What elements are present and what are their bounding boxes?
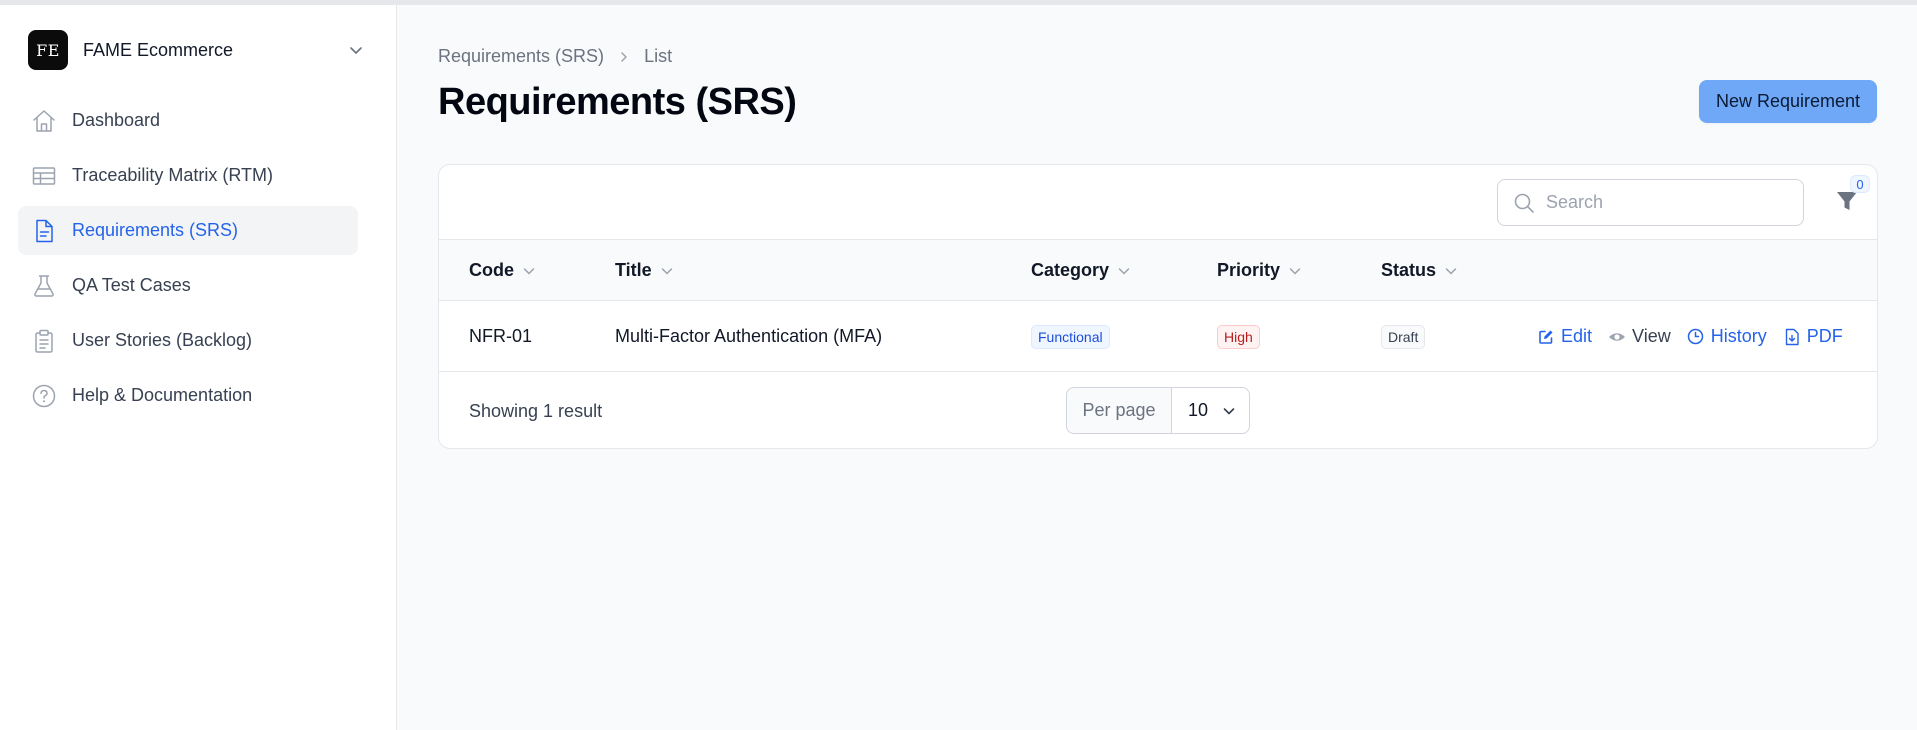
table-footer: Showing 1 result Per page 10: [439, 372, 1877, 448]
sidebar: FE FAME Ecommerce Dashboard Traceability…: [0, 5, 397, 730]
breadcrumb-link[interactable]: Requirements (SRS): [438, 46, 604, 67]
clipboard-icon: [30, 327, 58, 355]
chevron-right-icon: [618, 51, 630, 63]
chevron-down-icon: [660, 264, 674, 278]
page-title: Requirements (SRS): [438, 81, 797, 123]
column-header-label: Priority: [1217, 260, 1281, 280]
view-action-label: View: [1632, 326, 1671, 346]
per-page-value: 10: [1188, 400, 1209, 420]
sidebar-item-user-stories[interactable]: User Stories (Backlog): [18, 316, 358, 365]
history-action-label: History: [1710, 326, 1767, 346]
breadcrumb: Requirements (SRS) List: [438, 46, 672, 67]
sidebar-nav: Dashboard Traceability Matrix (RTM) Requ…: [18, 96, 358, 426]
chevron-down-icon: [1288, 264, 1302, 278]
column-header-label: Category: [1031, 260, 1110, 280]
edit-icon: [1537, 328, 1555, 346]
cell-category: Functional: [1031, 301, 1110, 372]
cell-status: Draft: [1381, 301, 1426, 372]
document-icon: [30, 217, 58, 245]
edit-action-label: Edit: [1561, 326, 1593, 346]
sidebar-item-dashboard[interactable]: Dashboard: [18, 96, 358, 145]
pdf-action[interactable]: PDF: [1783, 326, 1843, 347]
column-header-status[interactable]: Status: [1381, 240, 1458, 301]
per-page-label: Per page: [1067, 388, 1172, 433]
sidebar-item-help[interactable]: Help & Documentation: [18, 371, 358, 420]
result-count: Showing 1 result: [469, 400, 603, 421]
search-icon: [1512, 191, 1536, 215]
beaker-icon: [30, 272, 58, 300]
table-row[interactable]: NFR-01 Multi-Factor Authentication (MFA)…: [439, 301, 1877, 372]
sidebar-item-label: Requirements (SRS): [72, 220, 239, 240]
chevron-down-icon: [1444, 264, 1458, 278]
sidebar-item-qa-test-cases[interactable]: QA Test Cases: [18, 261, 358, 310]
sidebar-item-requirements[interactable]: Requirements (SRS): [18, 206, 358, 255]
per-page-selector: Per page 10: [1066, 387, 1250, 434]
chevron-down-icon: [1117, 264, 1131, 278]
sidebar-item-label: Traceability Matrix (RTM): [72, 165, 274, 185]
view-action[interactable]: View: [1608, 326, 1671, 347]
column-header-label: Status: [1381, 260, 1437, 280]
status-badge: Draft: [1381, 324, 1426, 349]
home-icon: [30, 107, 58, 135]
priority-badge: High: [1217, 324, 1260, 349]
category-badge: Functional: [1031, 324, 1110, 349]
sidebar-item-label: User Stories (Backlog): [72, 330, 253, 350]
column-header-label: Code: [469, 260, 514, 280]
cell-priority: High: [1217, 301, 1260, 372]
tenant-switcher[interactable]: FE FAME Ecommerce: [28, 29, 368, 71]
eye-icon: [1608, 328, 1626, 346]
column-header-code[interactable]: Code: [469, 240, 536, 301]
table-icon: [30, 162, 58, 190]
column-header-priority[interactable]: Priority: [1217, 240, 1302, 301]
tenant-name: FAME Ecommerce: [83, 39, 234, 60]
history-action[interactable]: History: [1687, 326, 1767, 347]
filter-count-badge: 0: [1850, 175, 1870, 193]
search-box: [1497, 179, 1804, 226]
tenant-avatar: FE: [28, 30, 68, 70]
clock-icon: [1687, 328, 1705, 346]
breadcrumb-current: List: [644, 46, 673, 66]
requirements-table-card: 0 Code Title Category Priority Status: [438, 164, 1878, 449]
pdf-action-label: PDF: [1806, 326, 1843, 346]
sidebar-item-label: Dashboard: [72, 110, 161, 130]
column-header-category[interactable]: Category: [1031, 240, 1131, 301]
document-download-icon: [1783, 328, 1801, 346]
column-header-title[interactable]: Title: [615, 240, 674, 301]
per-page-select[interactable]: 10: [1172, 388, 1249, 433]
new-requirement-button[interactable]: New Requirement: [1699, 80, 1877, 123]
chevron-down-icon: [344, 38, 368, 62]
table-toolbar: 0: [439, 165, 1877, 240]
cell-title: Multi-Factor Authentication (MFA): [615, 326, 883, 346]
search-input[interactable]: [1546, 192, 1786, 213]
edit-action[interactable]: Edit: [1537, 326, 1592, 347]
chevron-down-icon: [1222, 404, 1236, 418]
sidebar-item-label: Help & Documentation: [72, 385, 253, 405]
sidebar-item-traceability-matrix[interactable]: Traceability Matrix (RTM): [18, 151, 358, 200]
question-icon: [30, 382, 58, 410]
column-header-label: Title: [615, 260, 652, 280]
cell-actions: Edit View History PDF: [1537, 301, 1859, 372]
cell-code: NFR-01: [469, 326, 533, 346]
chevron-down-icon: [522, 264, 536, 278]
sidebar-item-label: QA Test Cases: [72, 275, 191, 295]
table-header: Code Title Category Priority Status: [439, 240, 1877, 301]
